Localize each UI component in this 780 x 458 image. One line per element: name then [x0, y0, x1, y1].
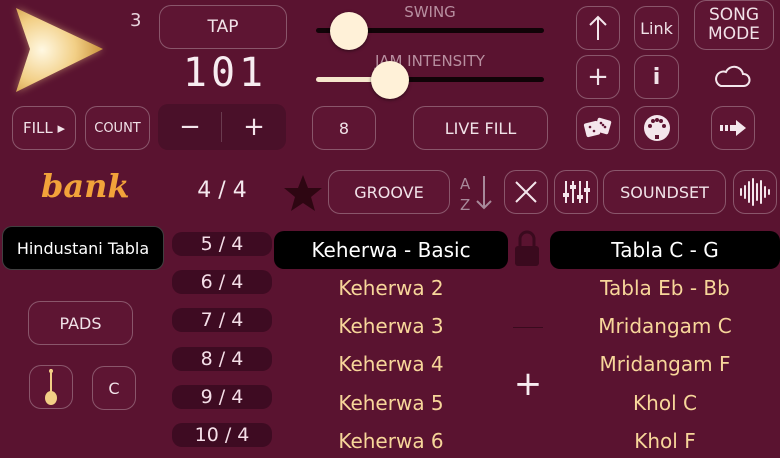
pads-button[interactable]: PADS — [28, 301, 133, 345]
bpm-display[interactable]: 101 — [175, 50, 275, 102]
export-button[interactable] — [711, 106, 755, 150]
time-signature-current[interactable]: 4 / 4 — [172, 178, 272, 203]
arrow-right-icon — [720, 120, 746, 136]
time-signature-item[interactable]: 5 / 4 — [172, 232, 272, 256]
groove-button[interactable]: GROOVE — [328, 170, 450, 214]
bars-button[interactable]: 8 — [312, 106, 376, 150]
jam-thumb[interactable] — [370, 61, 409, 99]
soundset-selected[interactable]: Tabla C - G — [550, 231, 780, 269]
divider-line — [513, 327, 543, 328]
close-icon — [515, 181, 537, 203]
swing-slider[interactable] — [316, 12, 544, 50]
waveform-button[interactable] — [733, 170, 777, 214]
tempo-stepper[interactable]: − + — [158, 104, 286, 150]
mixer-button[interactable] — [554, 170, 598, 214]
add-button[interactable]: + — [576, 55, 620, 99]
svg-text:A: A — [460, 175, 471, 193]
soundset-list-item[interactable]: Tabla Eb - Bb — [550, 271, 780, 305]
swing-label: SWING — [404, 3, 456, 21]
play-icon — [16, 8, 103, 92]
song-mode-button[interactable]: SONG MODE — [694, 0, 774, 50]
soundset-list-item[interactable]: Mridangam F — [550, 347, 780, 381]
song-mode-label: SONG MODE — [708, 5, 760, 44]
up-arrow-button[interactable] — [576, 6, 620, 50]
cloud-icon — [715, 65, 751, 87]
groove-list-item[interactable]: Keherwa 2 — [274, 271, 508, 305]
bank-logo[interactable]: bank — [41, 164, 131, 208]
soundset-list-item[interactable]: Khol C — [550, 386, 780, 420]
dice-icon — [583, 117, 612, 138]
midi-icon — [643, 115, 670, 141]
groove-list-item[interactable]: Keherwa 6 — [274, 424, 508, 458]
time-signature-item[interactable]: 10 / 4 — [172, 423, 272, 447]
jam-intensity-slider[interactable] — [316, 61, 544, 99]
groove-selected[interactable]: Keherwa - Basic — [274, 231, 508, 269]
play-button[interactable] — [0, 0, 115, 100]
time-signature-item[interactable]: 7 / 4 — [172, 308, 272, 332]
dice-button[interactable] — [576, 106, 620, 150]
tempo-plus-button[interactable]: + — [222, 104, 286, 150]
star-icon — [284, 175, 322, 211]
tap-button[interactable]: TAP — [159, 5, 287, 49]
key-button[interactable]: C — [92, 366, 136, 410]
swing-thumb[interactable] — [329, 12, 368, 50]
live-fill-button[interactable]: LIVE FILL — [413, 106, 548, 150]
soundset-list-item[interactable]: Khol F — [550, 424, 780, 458]
cloud-button[interactable] — [712, 62, 756, 94]
instrument-button[interactable] — [29, 365, 73, 409]
groove-list-item[interactable]: Keherwa 5 — [274, 386, 508, 420]
mixer-icon — [563, 181, 590, 203]
sort-az-icon: A Z — [460, 175, 492, 214]
midi-button[interactable] — [634, 106, 679, 150]
waveform-icon — [740, 178, 770, 206]
favorite-button[interactable] — [282, 172, 324, 214]
tempo-minus-button[interactable]: − — [158, 104, 222, 150]
add-groove-button[interactable]: + — [508, 362, 548, 406]
time-signature-item[interactable]: 9 / 4 — [172, 385, 272, 409]
clear-button[interactable] — [504, 170, 548, 214]
lock-icon — [515, 230, 539, 266]
soundset-list-item[interactable]: Mridangam C — [550, 309, 780, 343]
soundset-button[interactable]: SOUNDSET — [603, 170, 726, 214]
sort-button[interactable]: A Z — [456, 170, 496, 214]
groove-list-item[interactable]: Keherwa 4 — [274, 347, 508, 381]
link-button[interactable]: Link — [634, 6, 679, 50]
info-button[interactable]: i — [634, 55, 679, 99]
sitar-icon — [45, 369, 57, 405]
lock-button[interactable] — [512, 228, 542, 268]
groove-list-item[interactable]: Keherwa 3 — [274, 309, 508, 343]
bank-selected[interactable]: Hindustani Tabla — [2, 226, 164, 270]
time-signature-item[interactable]: 6 / 4 — [172, 270, 272, 294]
count-button[interactable]: COUNT — [85, 106, 150, 150]
time-signature-item[interactable]: 8 / 4 — [172, 347, 272, 371]
arrow-up-icon — [589, 15, 607, 40]
bar-count: 3 — [130, 10, 142, 31]
fill-button[interactable]: FILL ▸ — [12, 106, 76, 150]
svg-text:Z: Z — [460, 196, 470, 214]
